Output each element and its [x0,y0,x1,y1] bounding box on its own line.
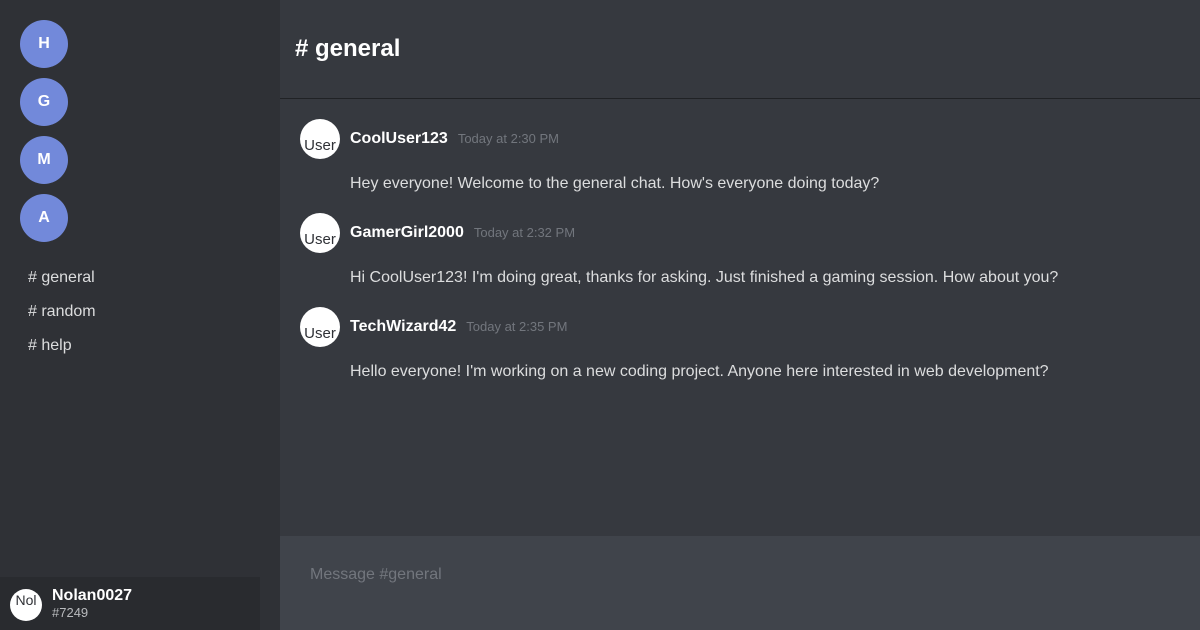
author-name[interactable]: TechWizard42 [350,318,456,335]
message-timestamp: Today at 2:30 PM [457,131,559,146]
user-avatar[interactable]: Nol [10,589,42,621]
server-icon-a[interactable]: A [20,194,68,242]
message-author[interactable]: GamerGirl2000 Today at 2:32 PM [350,224,575,242]
channel-random[interactable]: # random [28,303,96,321]
message-text: Hey everyone! Welcome to the general cha… [350,175,880,192]
server-icon-m[interactable]: M [20,136,68,184]
user-name: Nolan0027 [52,587,133,604]
avatar[interactable]: User [300,213,340,253]
channel-general[interactable]: # general [28,269,95,287]
message-author[interactable]: CoolUser123 Today at 2:30 PM [350,130,559,148]
channel-header: # general [280,0,1200,99]
author-name[interactable]: GamerGirl2000 [350,224,464,241]
app-window: H G M A # general # random # help Nol No… [0,0,1200,630]
message-composer [280,536,1200,630]
user-panel: Nol Nolan0027 #7249 [0,577,260,630]
message-timestamp: Today at 2:35 PM [466,319,568,334]
message-author[interactable]: TechWizard42 Today at 2:35 PM [350,318,567,336]
server-icon-h[interactable]: H [20,20,68,68]
message-timestamp: Today at 2:32 PM [473,225,576,240]
server-icon-g[interactable]: G [20,78,68,126]
page-title: # general [295,35,401,62]
message-text: Hello everyone! I'm working on a new cod… [350,363,1049,380]
chat-main: # general User CoolUser123 Today at 2:30 … [280,0,1200,630]
author-name[interactable]: CoolUser123 [350,130,448,147]
message-input[interactable] [310,564,1170,586]
message-text: Hi CoolUser123! I'm doing great, thanks … [350,269,1059,286]
avatar[interactable]: User [300,307,340,347]
channel-help[interactable]: # help [28,337,72,355]
sidebar: H G M A # general # random # help Nol No… [0,0,280,630]
user-tag: #7249 [52,605,89,620]
avatar[interactable]: User [300,119,340,159]
